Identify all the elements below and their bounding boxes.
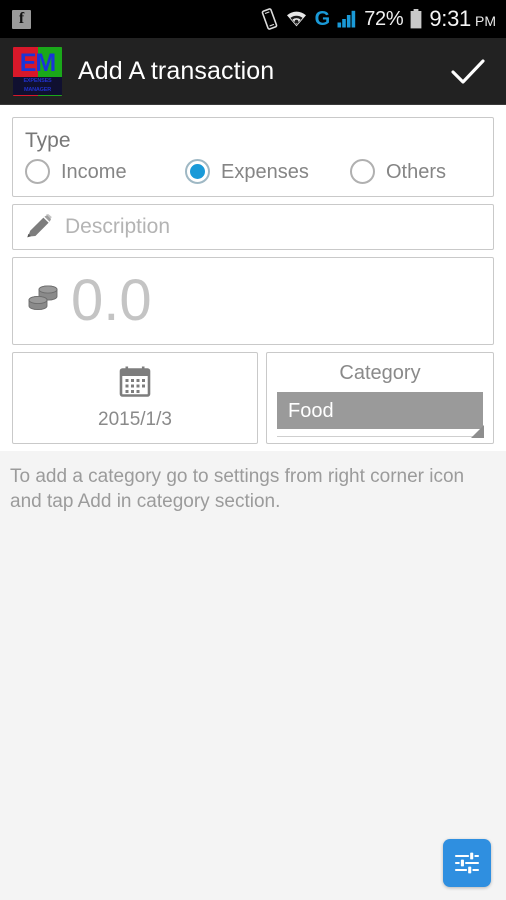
radio-option-income[interactable]: Income bbox=[25, 159, 185, 184]
radio-circle-icon bbox=[25, 159, 50, 184]
radio-label-income: Income bbox=[61, 160, 127, 183]
signal-bars-icon bbox=[337, 10, 357, 28]
date-picker-card[interactable]: 2015/1/3 bbox=[12, 352, 258, 444]
calendar-icon bbox=[23, 366, 247, 397]
radio-circle-selected-icon bbox=[185, 159, 210, 184]
radio-option-others[interactable]: Others bbox=[350, 159, 446, 184]
status-bar-system-icons: G 72% 9:31 PM bbox=[261, 8, 496, 30]
category-label: Category bbox=[339, 362, 421, 384]
page-title: Add A transaction bbox=[78, 56, 275, 85]
checkmark-icon bbox=[451, 58, 485, 85]
radio-label-expenses: Expenses bbox=[221, 160, 309, 183]
help-text: To add a category go to settings from ri… bbox=[10, 466, 465, 512]
vibrate-icon bbox=[261, 8, 278, 30]
facebook-icon: f bbox=[12, 9, 31, 29]
spinner-caret-icon bbox=[471, 425, 484, 438]
app-screen: f G 72% 9:31 PM EM EXPENSES MANAGER Add … bbox=[0, 0, 506, 900]
category-card: Category Food bbox=[266, 352, 494, 444]
category-selected-value: Food bbox=[288, 399, 334, 422]
description-card[interactable] bbox=[12, 204, 494, 250]
network-type-indicator: G bbox=[314, 8, 331, 30]
status-bar: f G 72% 9:31 PM bbox=[0, 0, 506, 38]
transaction-form: Type Income Expenses Others Description … bbox=[0, 105, 506, 451]
battery-percent-label: 72% bbox=[364, 8, 404, 30]
wifi-icon bbox=[285, 10, 308, 28]
category-spinner[interactable]: Food bbox=[277, 392, 484, 438]
type-card: Type Income Expenses Others bbox=[12, 117, 494, 197]
type-radio-group: Income Expenses Others bbox=[25, 159, 481, 184]
date-category-row: 2015/1/3 Category Food bbox=[12, 352, 494, 451]
action-bar: EM EXPENSES MANAGER Add A transaction bbox=[0, 38, 506, 105]
app-logo-subtitle: EXPENSES MANAGER bbox=[13, 76, 62, 95]
confirm-save-button[interactable] bbox=[448, 51, 488, 91]
amount-card[interactable]: 0.0 bbox=[12, 257, 494, 345]
settings-fab-button[interactable] bbox=[443, 839, 491, 887]
date-value: 2015/1/3 bbox=[98, 409, 172, 430]
sliders-settings-icon bbox=[452, 848, 482, 878]
app-logo-initials: EM bbox=[19, 48, 57, 77]
status-bar-clock: 9:31 PM bbox=[429, 8, 496, 30]
clock-time: 9:31 bbox=[429, 6, 471, 31]
status-bar-notifications: f bbox=[12, 9, 31, 29]
app-logo-icon: EM EXPENSES MANAGER bbox=[13, 46, 62, 96]
type-label: Type bbox=[25, 129, 71, 152]
amount-value: 0.0 bbox=[71, 268, 152, 333]
coins-icon bbox=[25, 279, 63, 323]
help-area: To add a category go to settings from ri… bbox=[0, 451, 506, 900]
description-input[interactable] bbox=[65, 215, 481, 239]
spinner-underline bbox=[277, 436, 483, 437]
clock-period: PM bbox=[475, 13, 496, 29]
pencil-icon bbox=[25, 214, 53, 240]
radio-option-expenses[interactable]: Expenses bbox=[185, 159, 350, 184]
radio-circle-icon bbox=[350, 159, 375, 184]
radio-label-others: Others bbox=[386, 160, 447, 183]
radio-dot bbox=[190, 164, 205, 179]
battery-icon bbox=[410, 9, 422, 29]
